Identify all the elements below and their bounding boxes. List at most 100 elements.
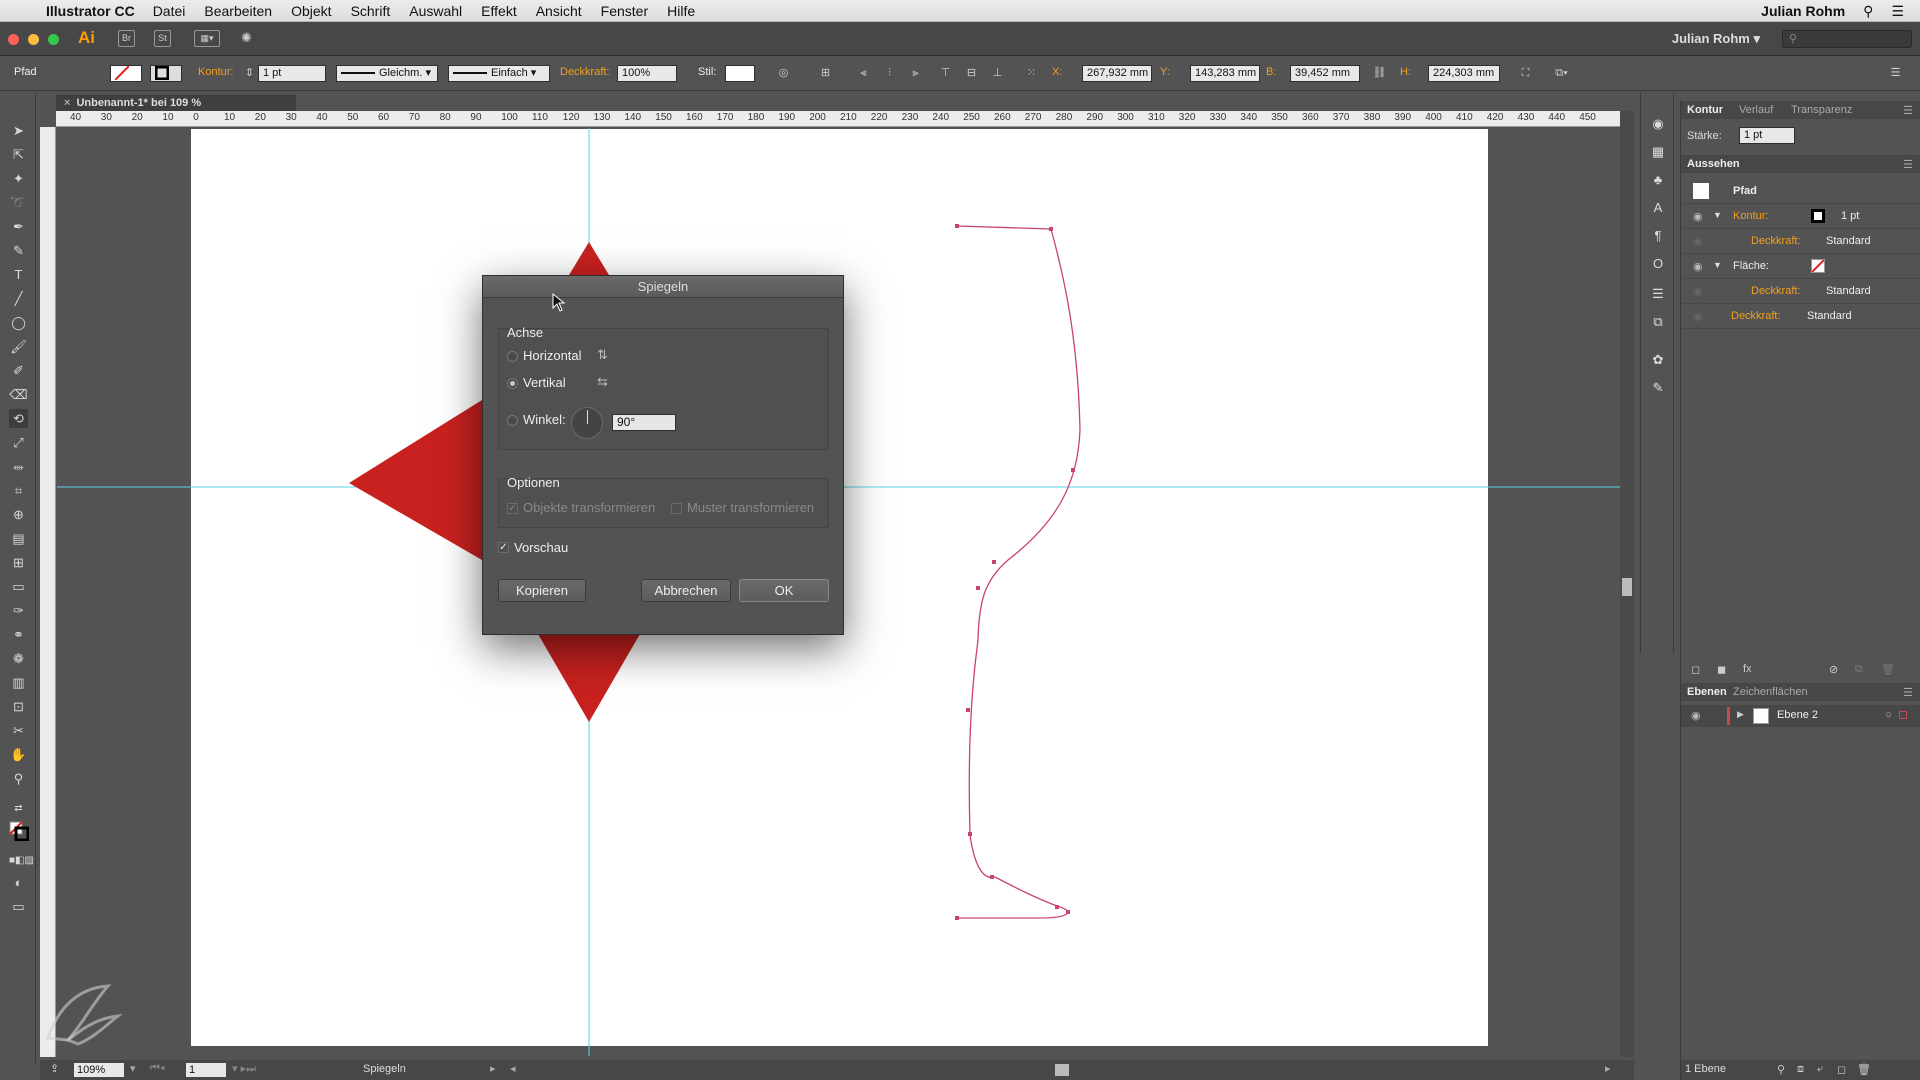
reflect-tool-icon[interactable]: ⟲ [9,409,28,428]
horizontal-radio[interactable] [507,351,518,362]
layer-visibility-eye-icon[interactable]: ◉ [1691,709,1701,722]
row-label-flaeche[interactable]: Fläche: [1733,260,1769,272]
x-field[interactable]: 267,932 mm [1082,65,1152,82]
line-tool-icon[interactable]: ╱ [9,289,28,308]
horizontal-scroll-thumb[interactable] [1055,1064,1069,1076]
tab-transparenz[interactable]: Transparenz [1791,104,1852,116]
zoom-window-icon[interactable] [48,34,59,45]
constrain-proportions-icon[interactable]: ⛓ [1372,66,1387,81]
menu-schrift[interactable]: Schrift [351,3,391,19]
workspace-switcher[interactable]: Julian Rohm ▾ [1672,31,1760,47]
perspective-grid-tool-icon[interactable]: ▤ [9,529,28,548]
vertical-radio[interactable] [507,378,518,389]
color-guide-icon[interactable]: ◉ [1649,115,1667,133]
tab-kontur[interactable]: Kontur [1687,104,1723,116]
blend-tool-icon[interactable]: ⚭ [9,625,28,644]
type-tool-icon[interactable]: T [9,265,28,284]
height-field[interactable]: 224,303 mm [1428,65,1500,82]
gpu-performance-icon[interactable]: ✺ [238,30,255,47]
staerke-field[interactable]: 1 pt [1739,127,1795,144]
visibility-eye-icon[interactable]: ◉ [1693,235,1703,248]
first-artboard-icon[interactable]: ⏮◂ [150,1062,165,1075]
next-artboard-icon[interactable]: ▾ ▸⏭ [232,1062,256,1076]
align-panel-icon[interactable]: ☰ [1649,285,1667,303]
fill-swatch[interactable] [110,65,142,82]
y-field[interactable]: 143,283 mm [1190,65,1260,82]
close-window-icon[interactable] [8,34,19,45]
preview-label[interactable]: Vorschau [514,540,568,555]
appearance-stroke-row[interactable]: ◉ ▼ Kontur: 1 pt [1681,204,1920,229]
visibility-eye-icon[interactable]: ◉ [1693,210,1703,223]
align-hcenter-icon[interactable]: ⫶ [882,66,897,81]
tab-zeichenflaechen[interactable]: Zeichenflächen [1733,686,1808,698]
width-field[interactable]: 39,452 mm [1290,65,1360,82]
align-right-icon[interactable]: ⫸ [908,66,923,81]
menu-bearbeiten[interactable]: Bearbeiten [204,3,272,19]
draw-mode-icon[interactable]: ◐ [9,873,28,892]
copy-button[interactable]: Kopieren [498,579,586,602]
visibility-eye-icon[interactable]: ◉ [1693,285,1703,298]
stroke-stepper-icon[interactable]: ⇕ [242,66,257,81]
brushes-icon[interactable]: ✎ [1649,379,1667,397]
row-label-deckkraft[interactable]: Deckkraft: [1751,285,1801,297]
expand-triangle-icon[interactable]: ▼ [1713,210,1722,220]
selection-tool-icon[interactable]: ➤ [9,121,28,140]
curvature-tool-icon[interactable]: ✎ [9,241,28,260]
scrollbar-thumb[interactable] [1622,578,1632,596]
menu-hilfe[interactable]: Hilfe [667,3,695,19]
menubar-user[interactable]: Julian Rohm [1761,3,1845,19]
scroll-left-icon[interactable]: ◂ [510,1062,516,1075]
transform-objects-checkbox[interactable]: ✓ [507,503,518,514]
close-document-icon[interactable]: × [64,97,70,109]
brush-definition[interactable]: Einfach ▾ [448,65,550,82]
symbol-sprayer-tool-icon[interactable]: ❁ [9,649,28,668]
align-left-icon[interactable]: ⫷ [856,66,871,81]
stroke-weight-field[interactable]: 1 pt [258,65,326,82]
canvas-vertical-scrollbar[interactable] [1620,111,1634,1057]
bridge-button[interactable]: Br [118,30,135,47]
row-label-kontur[interactable]: Kontur: [1733,210,1768,222]
angle-dial[interactable] [571,407,603,439]
align-bottom-icon[interactable]: ⊥ [990,66,1005,81]
shaper-tool-icon[interactable]: ✐ [9,361,28,380]
pathfinder-icon[interactable]: ⧉ [1649,313,1667,331]
layers-menu-icon[interactable]: ☰ [1903,686,1913,699]
shape-builder-tool-icon[interactable]: ⊕ [9,505,28,524]
character-icon[interactable]: A [1649,199,1667,217]
duplicate-item-icon[interactable]: ⧉ [1855,663,1863,676]
align-top-icon[interactable]: ⊤ [938,66,953,81]
notification-list-icon[interactable]: ☰ [1891,3,1904,20]
screen-mode-icon[interactable]: ▭ [9,897,28,916]
add-effect-icon[interactable]: fx [1743,663,1752,675]
menu-app-name[interactable]: Illustrator CC [46,3,135,19]
align-vcenter-icon[interactable]: ⊟ [964,66,979,81]
visibility-eye-icon[interactable]: ◉ [1693,260,1703,273]
arrange-documents-icon[interactable]: ▦▾ [194,30,220,47]
stock-button[interactable]: St [154,30,171,47]
delete-layer-icon[interactable]: 🗑 [1857,1063,1871,1076]
fill-color-swatch[interactable] [1811,259,1825,273]
expand-triangle-icon[interactable]: ▼ [1713,260,1722,270]
menu-datei[interactable]: Datei [153,3,186,19]
layer-target-icon[interactable]: ○ [1885,709,1892,721]
ellipse-tool-icon[interactable]: ◯ [9,313,28,332]
vertical-ruler[interactable] [40,127,56,1057]
menu-objekt[interactable]: Objekt [291,3,331,19]
slice-tool-icon[interactable]: ✂ [9,721,28,740]
mesh-tool-icon[interactable]: ⊞ [9,553,28,572]
tab-ebenen[interactable]: Ebenen [1687,686,1727,698]
export-icon[interactable]: ⇪ [50,1062,59,1075]
transform-icon[interactable]: ⛶ [1518,66,1533,81]
visibility-eye-icon[interactable]: ◉ [1693,310,1703,323]
layer-name[interactable]: Ebene 2 [1777,709,1818,721]
artboard-tool-icon[interactable]: ⊡ [9,697,28,716]
opacity-field[interactable]: 100% [617,65,677,82]
appearance-object-row[interactable]: Pfad [1681,179,1920,204]
lasso-tool-icon[interactable]: ➰ [9,193,28,212]
symbols-icon[interactable]: ♣ [1649,171,1667,189]
transform-objects-label[interactable]: Objekte transformieren [523,500,655,515]
recolor-artwork-icon[interactable]: ◎ [776,66,791,81]
fill-stroke-swatch-icon[interactable] [9,821,30,842]
opacity-label[interactable]: Deckkraft: [560,66,610,78]
cancel-button[interactable]: Abbrechen [641,579,731,602]
